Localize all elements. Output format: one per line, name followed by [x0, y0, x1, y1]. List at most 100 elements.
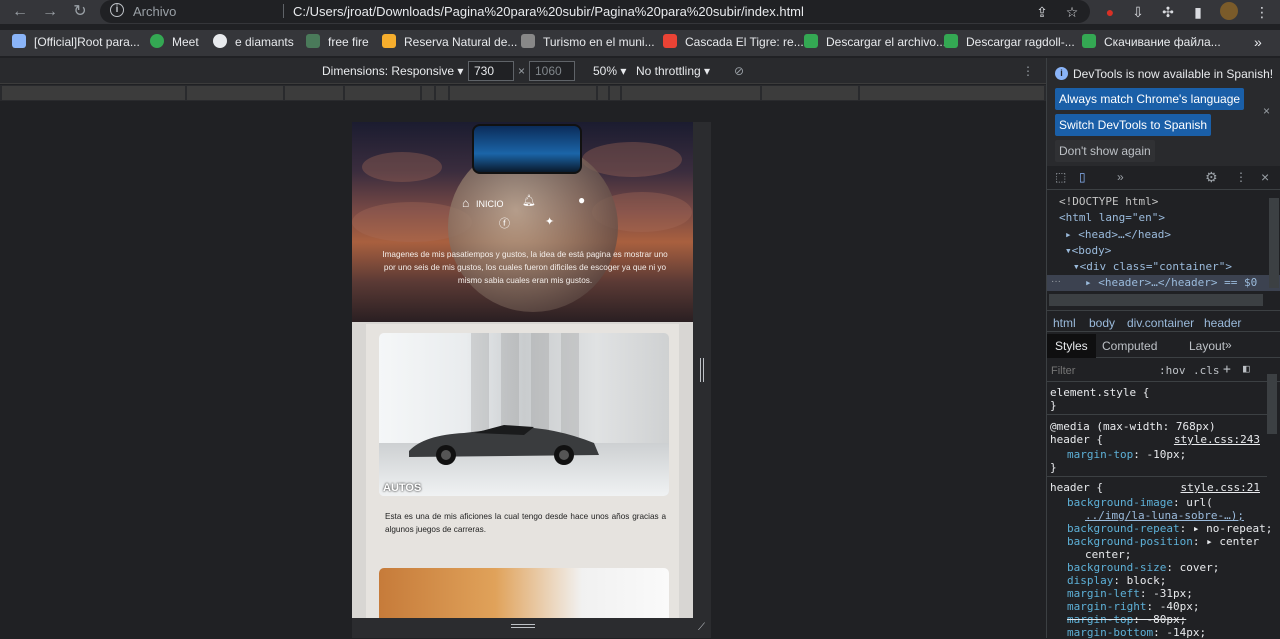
dom-html[interactable]: <html lang="en"> [1059, 211, 1165, 224]
add-rule-icon[interactable]: + [1223, 362, 1231, 377]
rotate-icon[interactable]: ⊘ [734, 64, 744, 78]
kebab-menu-icon[interactable]: ⋮ [1235, 170, 1247, 184]
media-query-segment[interactable] [187, 86, 283, 100]
bookmark-item[interactable]: Cascada El Tigre: re... [663, 34, 804, 52]
breadcrumb-item[interactable]: div.container [1127, 316, 1194, 330]
bookmark-item[interactable]: Reserva Natural de... [382, 34, 517, 52]
css-declaration[interactable]: margin-right: -40px; [1067, 600, 1199, 613]
bookmark-star-icon[interactable]: ☆ [1062, 2, 1082, 22]
bookmark-item[interactable]: Descargar el archivo... [804, 34, 946, 52]
resize-gutter[interactable] [693, 122, 711, 618]
home-icon[interactable]: ⌂ [462, 196, 469, 210]
media-query-segment[interactable] [345, 86, 420, 100]
sidepanel-icon[interactable]: ▮ [1188, 2, 1208, 22]
css-declaration[interactable]: ../img/la-luna-sobre-…); [1085, 509, 1244, 522]
user-icon[interactable]: ● [578, 193, 585, 207]
collapse-icon[interactable]: ▾ [1073, 260, 1080, 273]
filter-input[interactable] [1051, 363, 1141, 379]
close-devtools-icon[interactable]: × [1261, 169, 1269, 185]
tab-layout[interactable]: Layout [1189, 339, 1225, 353]
bookmark-item[interactable]: free fire [306, 34, 369, 52]
toggle-sidebar-icon[interactable]: ◧ [1243, 362, 1250, 375]
bookmark-item[interactable]: [Official]Root para... [12, 34, 140, 52]
dom-doctype[interactable]: <!DOCTYPE html> [1059, 195, 1158, 208]
bell-icon[interactable]: 🔔︎ [522, 194, 536, 207]
media-query-segment[interactable] [762, 86, 858, 100]
tab-computed[interactable]: Computed [1102, 339, 1157, 353]
css-declaration[interactable]: margin-left: -31px; [1067, 587, 1193, 600]
dom-header[interactable]: ▸ <header>…</header> == $0 [1085, 276, 1257, 289]
media-query-segment[interactable] [610, 86, 620, 100]
twitter-icon[interactable]: ✦ [545, 215, 554, 228]
media-query-segment[interactable] [450, 86, 596, 100]
expand-icon[interactable]: ▸ [1085, 276, 1092, 289]
more-tabs-icon[interactable]: » [1225, 338, 1232, 352]
nav-home-link[interactable]: INICIO [476, 199, 504, 209]
gear-icon[interactable]: ⚙ [1205, 169, 1218, 186]
bookmark-item[interactable]: e diamants [213, 34, 294, 52]
extension-icon[interactable]: ● [1100, 2, 1120, 22]
avatar[interactable] [1220, 2, 1238, 20]
media-query-segment[interactable] [598, 86, 608, 100]
menu-icon[interactable]: ⋮ [1252, 2, 1272, 22]
width-input[interactable]: 730 [468, 61, 514, 81]
media-query-segment[interactable] [2, 86, 185, 100]
switch-language-button[interactable]: Switch DevTools to Spanish [1055, 114, 1212, 136]
address-bar[interactable]: i Archivo C:/Users/jroat/Downloads/Pagin… [100, 0, 1090, 23]
forward-icon[interactable]: → [40, 2, 60, 22]
resize-handle-icon[interactable] [700, 358, 704, 382]
bookmark-item[interactable]: Meet [150, 34, 199, 52]
dom-div[interactable]: ▾<div class="container"> [1073, 260, 1232, 273]
breadcrumb-item[interactable]: header [1204, 316, 1241, 330]
tab-styles[interactable]: Styles [1047, 334, 1096, 358]
info-icon[interactable]: i [110, 3, 124, 17]
height-input[interactable]: 1060 [529, 61, 575, 81]
resize-handle-icon[interactable] [511, 624, 535, 628]
reload-icon[interactable]: ↻ [70, 2, 90, 22]
back-icon[interactable]: ← [10, 2, 30, 22]
corner-resize-icon[interactable]: ⟋ [698, 622, 705, 633]
dont-show-button[interactable]: Don't show again [1055, 140, 1155, 162]
cls-toggle[interactable]: .cls [1193, 364, 1220, 377]
media-query-segment[interactable] [436, 86, 448, 100]
expand-icon[interactable]: ▸ [1065, 228, 1072, 241]
source-link[interactable]: style.css:243 [1174, 433, 1260, 446]
css-declaration[interactable]: background-repeat: ▸ no-repeat; [1067, 522, 1272, 535]
styles-scrollbar[interactable] [1267, 374, 1277, 434]
css-declaration[interactable]: margin-top: -80px; [1067, 613, 1186, 626]
dom-selected-row[interactable]: ··· ▸ <header>…</header> == $0 [1047, 275, 1280, 291]
rule-selector[interactable]: header {style.css:21 [1050, 481, 1264, 494]
device-toggle-icon[interactable]: ▯ [1079, 170, 1086, 184]
zoom-select[interactable]: 50% ▾ [593, 64, 626, 78]
css-declaration[interactable]: background-image: url( [1067, 496, 1213, 509]
inspect-icon[interactable]: ⬚ [1055, 170, 1066, 184]
css-declaration[interactable]: background-position: ▸ center [1067, 535, 1259, 548]
dom-body[interactable]: ▾<body> [1065, 244, 1111, 257]
element-style-rule[interactable]: element.style { [1050, 386, 1149, 399]
css-declaration[interactable]: margin-bottom: -14px; [1067, 626, 1206, 639]
bookmark-item[interactable]: Descargar ragdoll-... [944, 34, 1075, 52]
emulated-page[interactable]: ⌂ INICIO 🔔︎ ● ⓕ ✦ Imagenes de mis pasati… [352, 122, 693, 618]
facebook-icon[interactable]: ⓕ [499, 215, 510, 231]
media-query-segment[interactable] [860, 86, 1044, 100]
device-menu-icon[interactable]: ⋮ [1022, 64, 1034, 78]
ellipsis-icon[interactable]: ··· [1051, 276, 1061, 287]
hov-toggle[interactable]: :hov [1159, 364, 1186, 377]
css-declaration[interactable]: display: block; [1067, 574, 1166, 587]
match-language-button[interactable]: Always match Chrome's language [1055, 88, 1245, 110]
css-declaration[interactable]: background-size: cover; [1067, 561, 1219, 574]
bookmark-item[interactable]: Turismo en el muni... [521, 34, 655, 52]
share-icon[interactable]: ⇪ [1032, 2, 1052, 22]
collapse-icon[interactable]: ▾ [1065, 244, 1072, 257]
horizontal-scrollbar[interactable] [1049, 294, 1263, 306]
throttle-select[interactable]: No throttling ▾ [636, 64, 710, 78]
url-text[interactable]: C:/Users/jroat/Downloads/Pagina%20para%2… [293, 4, 804, 19]
breadcrumb-item[interactable]: body [1089, 316, 1115, 330]
bottom-resize-gutter[interactable]: ⟋ [352, 618, 711, 638]
css-declaration[interactable]: margin-top: -10px; [1067, 448, 1186, 461]
rule-selector[interactable]: header {style.css:243 [1050, 433, 1264, 446]
dom-head[interactable]: ▸ <head>…</head> [1065, 228, 1171, 241]
media-query-segment[interactable] [285, 86, 343, 100]
source-link[interactable]: style.css:21 [1181, 481, 1260, 494]
close-icon[interactable]: × [1263, 104, 1270, 118]
